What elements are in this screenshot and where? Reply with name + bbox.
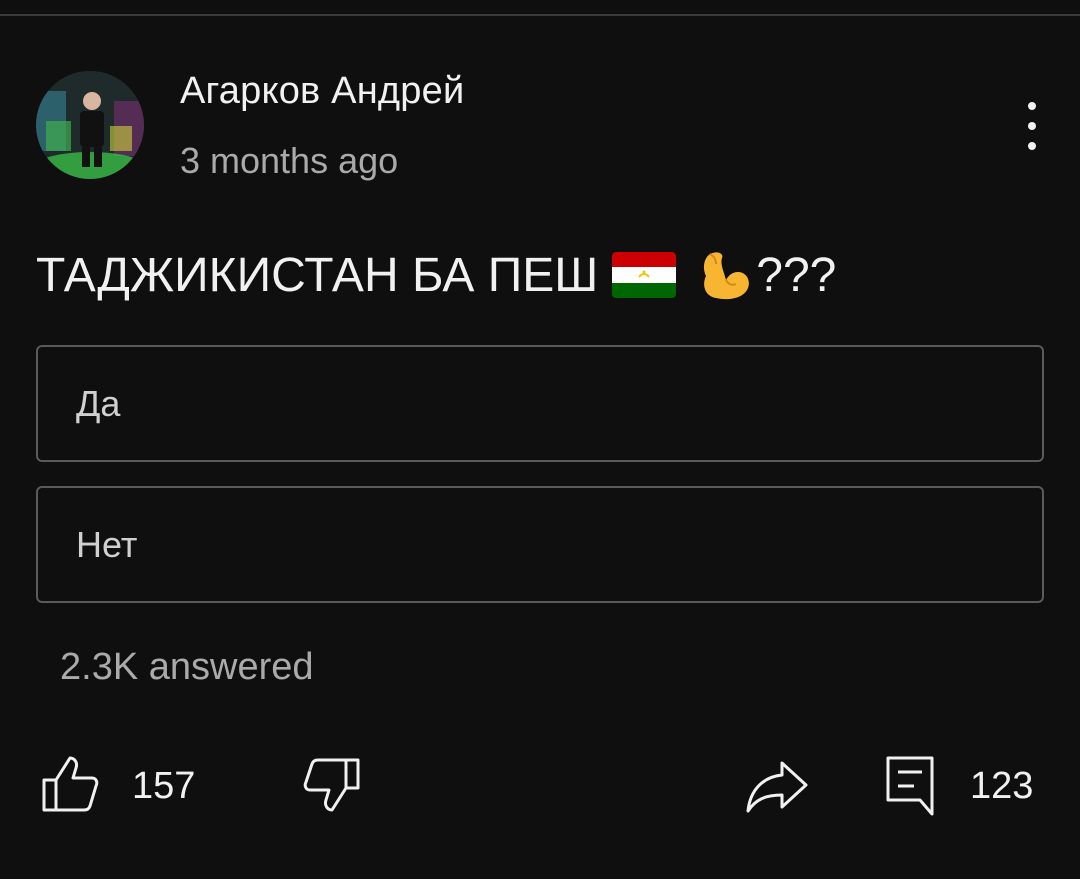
top-divider xyxy=(0,0,1080,16)
poll-option-label: Нет xyxy=(76,523,138,565)
thumbs-up-icon xyxy=(42,756,99,812)
poll-option-label: Да xyxy=(76,382,121,424)
thumbs-down-icon xyxy=(303,758,360,812)
community-post: Агарков Андрей 3 months ago ТАДЖИКИСТАН … xyxy=(0,0,1080,879)
comment-icon xyxy=(886,756,934,816)
author-name[interactable]: Агарков Андрей xyxy=(180,70,464,113)
poll-option-yes[interactable]: Да xyxy=(36,345,1044,462)
poll-answered-count: 2.3K answered xyxy=(60,646,314,688)
avatar[interactable] xyxy=(36,71,144,179)
post-text-main: ТАДЖИКИСТАН БА ПЕШ xyxy=(36,248,599,302)
like-count: 157 xyxy=(132,765,196,807)
share-arrow-icon xyxy=(746,761,808,813)
comment-button[interactable] xyxy=(880,752,940,818)
post-text-suffix: ??? xyxy=(756,248,837,302)
dislike-button[interactable] xyxy=(300,752,364,816)
tajikistan-flag-icon xyxy=(612,252,677,298)
like-button[interactable] xyxy=(38,752,102,816)
more-options-icon[interactable] xyxy=(1010,96,1054,156)
post-text: ТАДЖИКИСТАН БА ПЕШ ??? xyxy=(36,246,836,304)
poll-option-no[interactable]: Нет xyxy=(36,486,1044,603)
post-time: 3 months ago xyxy=(180,140,399,181)
flexed-biceps-icon xyxy=(704,252,750,300)
comment-count: 123 xyxy=(970,765,1034,807)
share-button[interactable] xyxy=(744,755,810,817)
